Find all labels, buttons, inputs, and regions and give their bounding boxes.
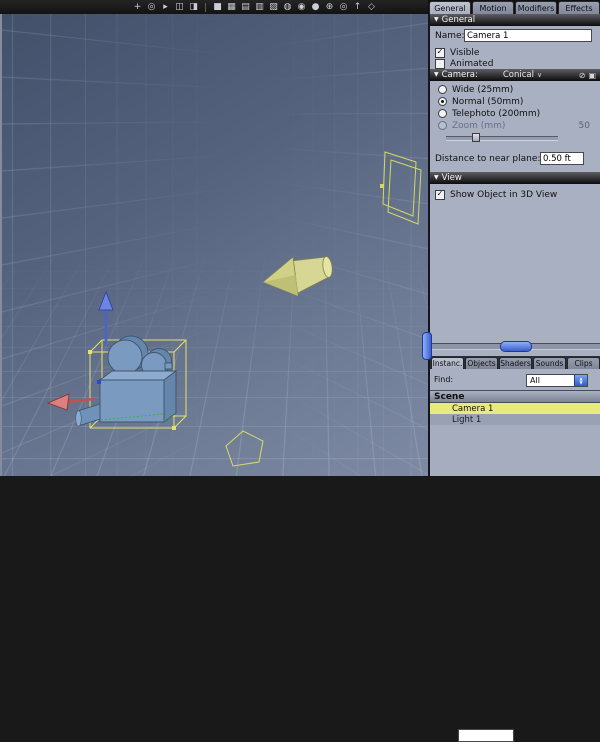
collapse-arrow-icon: ▼ — [434, 174, 439, 181]
no-override-icon[interactable]: ⊘ — [579, 71, 586, 80]
radio-normal-50mm[interactable]: Normal (50mm) — [430, 96, 600, 107]
radio-normal-label: Normal (50mm) — [452, 96, 524, 107]
quality-medium-icon[interactable]: ◉ — [296, 2, 307, 12]
tab-shaders[interactable]: Shaders — [499, 357, 532, 369]
tab-motion[interactable]: Motion — [472, 1, 514, 14]
mixed-view-icon[interactable]: ▧ — [268, 2, 279, 12]
scene-item-camera-1[interactable]: Camera 1 — [430, 403, 600, 414]
slider-track — [446, 136, 558, 141]
visible-checkbox[interactable]: ✓ — [435, 47, 445, 58]
animated-checkbox[interactable] — [435, 58, 445, 69]
splitter-handle[interactable] — [500, 341, 532, 352]
radio-wide-label: Wide (25mm) — [452, 84, 514, 95]
shaded-view-icon[interactable]: ◨ — [188, 2, 199, 12]
scene-item-label: Light 1 — [452, 414, 482, 425]
radio-telephoto-label: Telephoto (200mm) — [452, 108, 541, 119]
focus-tool-icon[interactable]: ◎ — [146, 2, 157, 12]
cube-view-icon[interactable]: ◇ — [366, 2, 377, 12]
view-section-header[interactable]: ▼ View — [430, 172, 600, 184]
tab-effects[interactable]: Effects — [558, 1, 600, 14]
preview-icon[interactable]: ▸ — [160, 2, 171, 12]
camera-section-label: Camera: — [441, 70, 478, 80]
radio-dot-selected — [438, 97, 447, 106]
viewport-3d[interactable] — [0, 14, 428, 476]
light-direction-arrow[interactable] — [262, 256, 333, 297]
vsplit-view-icon[interactable]: ▥ — [254, 2, 265, 12]
up-axis-icon[interactable]: ↑ — [352, 2, 363, 12]
scene-header-label: Scene — [434, 391, 465, 402]
show-object-label: Show Object in 3D View — [450, 189, 558, 200]
radio-zoom-label: Zoom (mm) — [452, 120, 506, 131]
distance-near-plane-input[interactable] — [540, 152, 584, 165]
camera-window-icon[interactable]: ◫ — [174, 2, 185, 12]
tab-modifiers[interactable]: Modifiers — [515, 1, 557, 14]
scene-header[interactable]: Scene — [430, 390, 600, 403]
collapse-arrow-icon: ▼ — [434, 71, 439, 78]
collapse-arrow-icon: ▼ — [434, 16, 439, 23]
camera-object[interactable] — [75, 335, 178, 427]
scene-objects-layer — [46, 151, 422, 467]
orbit-view-icon[interactable]: ◎ — [338, 2, 349, 12]
find-label: Find: — [434, 375, 454, 384]
target-icon[interactable]: ⊕ — [324, 2, 335, 12]
browser-tab-bar: Instanc. Objects Shaders Sounds Clips — [430, 356, 600, 369]
tab-clips[interactable]: Clips — [567, 357, 600, 369]
filter-value: All — [530, 376, 540, 385]
visible-label: Visible — [450, 47, 480, 58]
selection-tool-icon[interactable]: + — [132, 2, 143, 12]
hsplit-view-icon[interactable]: ▤ — [240, 2, 251, 12]
animated-label: Animated — [450, 58, 494, 69]
panel-splitter-horizontal[interactable] — [430, 341, 600, 352]
check-icon: ✓ — [436, 189, 444, 198]
scene-item-label: Camera 1 — [452, 403, 494, 414]
radio-zoom-mm[interactable]: Zoom (mm) 50 — [430, 120, 600, 131]
name-input[interactable] — [464, 29, 592, 42]
radio-dot — [438, 109, 447, 118]
quality-high-icon[interactable]: ● — [310, 2, 321, 12]
scene-item-light-1[interactable]: Light 1 — [430, 414, 600, 425]
find-input[interactable] — [458, 729, 514, 742]
view-section-label: View — [441, 173, 462, 183]
tab-objects[interactable]: Objects — [465, 357, 498, 369]
scene-list-empty-area — [430, 425, 600, 476]
general-section-label: General — [441, 15, 476, 25]
chevron-down-icon: ∨ — [537, 71, 543, 79]
general-section-header[interactable]: ▼ General — [430, 14, 600, 26]
translate-axis-blue[interactable] — [98, 290, 114, 346]
inspector-panel: ▼ General Name: ✓ Visible Animated ▼ Cam… — [428, 14, 600, 742]
tab-general[interactable]: General — [429, 1, 471, 14]
show-object-checkbox[interactable]: ✓ — [435, 189, 445, 200]
quality-draft-icon[interactable]: ◍ — [282, 2, 293, 12]
zoom-slider[interactable] — [446, 133, 558, 142]
toolbar-separator — [205, 2, 206, 12]
inspector-tab-bar: General Motion Modifiers Effects — [428, 0, 600, 14]
panel-splitter-vertical[interactable] — [422, 332, 432, 360]
filter-dropdown[interactable]: All ▲ ▼ — [526, 374, 588, 387]
radio-dot — [438, 121, 447, 130]
main-toolbar: + ◎ ▸ ◫ ◨ ■ ▦ ▤ ▥ ▧ ◍ ◉ ● ⊕ ◎ ↑ ◇ — [0, 0, 428, 14]
quad-view-icon[interactable]: ▦ — [226, 2, 237, 12]
camera-frustum-outline — [380, 151, 422, 225]
slider-thumb[interactable] — [472, 133, 480, 142]
radio-dot — [438, 85, 447, 94]
radio-wide-25mm[interactable]: Wide (25mm) — [430, 84, 600, 95]
tab-instances[interactable]: Instanc. — [431, 357, 464, 369]
distance-near-plane-label: Distance to near plane: — [435, 153, 541, 164]
dropdown-stepper-icon[interactable]: ▲ ▼ — [574, 375, 587, 386]
tab-sounds[interactable]: Sounds — [533, 357, 566, 369]
zoom-value: 50 — [578, 120, 590, 131]
save-settings-icon[interactable]: ▣ — [588, 71, 596, 80]
camera-type-dropdown[interactable]: Conical ∨ — [503, 70, 542, 80]
camera-section-header[interactable]: ▼ Camera: Conical ∨ ⊘ ▣ — [430, 69, 600, 81]
frustum-near-plane-outline — [225, 430, 264, 467]
radio-telephoto-200mm[interactable]: Telephoto (200mm) — [430, 108, 600, 119]
name-label: Name: — [435, 30, 465, 41]
translate-axis-red[interactable] — [46, 393, 95, 411]
single-pane-icon[interactable]: ■ — [212, 2, 223, 12]
camera-type-value: Conical — [502, 70, 534, 80]
check-icon: ✓ — [436, 47, 444, 56]
